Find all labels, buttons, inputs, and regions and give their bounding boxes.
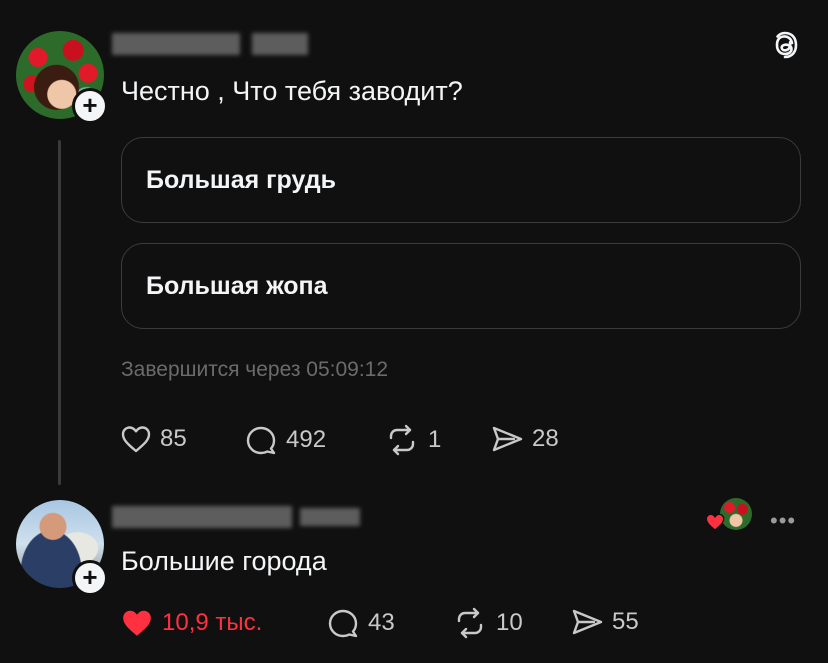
share-send-icon — [492, 426, 523, 452]
poll-option-1[interactable]: Большая грудь — [121, 137, 801, 223]
comment-button[interactable]: 43 — [326, 607, 395, 639]
heart-icon — [123, 610, 151, 636]
share-send-icon — [572, 609, 603, 635]
threads-logo-icon[interactable] — [768, 28, 802, 67]
like-button[interactable]: 10,9 тыс. — [120, 607, 262, 639]
poll-time-remaining: Завершится через 05:09:12 — [121, 358, 389, 381]
poll-option-2[interactable]: Большая жопа — [121, 243, 801, 329]
like-count: 85 — [160, 425, 187, 452]
reply-handle-redacted — [300, 508, 360, 526]
liked-by-author-indicator — [704, 498, 752, 532]
like-button[interactable]: 85 — [120, 424, 187, 454]
thread-connector-line — [58, 140, 61, 485]
share-button[interactable]: 55 — [570, 607, 639, 637]
author-username-redacted[interactable] — [112, 33, 240, 55]
comment-count: 43 — [368, 609, 395, 636]
share-button[interactable]: 28 — [490, 424, 559, 454]
repost-icon — [389, 424, 415, 456]
comment-bubble-icon — [328, 609, 358, 638]
repost-button[interactable]: 1 — [384, 424, 441, 456]
more-options-button[interactable]: ••• — [770, 508, 796, 534]
comment-bubble-icon — [246, 426, 276, 455]
like-count: 10,9 тыс. — [162, 609, 263, 636]
share-count: 55 — [612, 608, 639, 635]
repost-count: 1 — [428, 426, 442, 453]
poll-option-label: Большая жопа — [146, 271, 328, 300]
repost-button[interactable]: 10 — [452, 607, 523, 639]
repost-icon — [457, 607, 483, 639]
poll-option-label: Большая грудь — [146, 165, 337, 194]
repost-count: 10 — [496, 609, 523, 636]
post-text: Честно , Что тебя заводит? — [121, 76, 463, 106]
reply-text: Большие города — [121, 546, 327, 576]
author-handle-redacted — [252, 33, 308, 55]
comment-button[interactable]: 492 — [244, 424, 326, 456]
share-count: 28 — [532, 425, 559, 452]
comment-count: 492 — [286, 426, 327, 453]
heart-icon — [705, 513, 725, 531]
follow-plus-icon[interactable]: + — [72, 88, 108, 124]
reply-username-redacted[interactable] — [112, 506, 292, 528]
heart-icon — [121, 426, 151, 453]
follow-plus-icon[interactable]: + — [72, 560, 108, 596]
